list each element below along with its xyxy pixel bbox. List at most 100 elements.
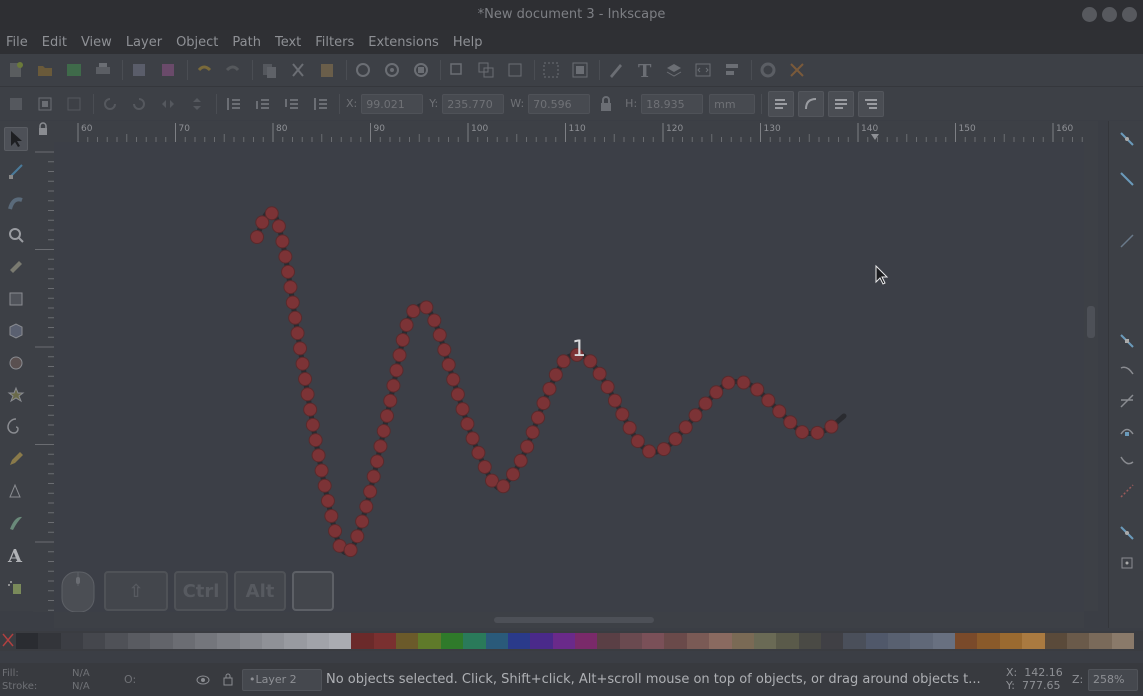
path-node[interactable] (678, 420, 693, 435)
move-gradients-button[interactable] (828, 90, 855, 117)
snap-page-icon[interactable] (1117, 553, 1137, 573)
palette-swatch[interactable] (150, 633, 173, 649)
path-node[interactable] (471, 445, 486, 460)
paste-icon[interactable] (317, 60, 337, 80)
raise-icon[interactable] (281, 94, 301, 114)
palette-swatch[interactable] (463, 633, 486, 649)
flip-horizontal-icon[interactable] (158, 94, 178, 114)
path-node[interactable] (285, 295, 300, 310)
path-node[interactable] (370, 454, 385, 469)
palette-swatch[interactable] (1022, 633, 1045, 649)
lock-ratio-icon[interactable] (596, 94, 616, 114)
minimize-button[interactable] (1082, 7, 1097, 22)
path-node[interactable] (450, 387, 465, 402)
layer-lock-icon[interactable] (222, 672, 234, 686)
palette-swatch[interactable] (709, 633, 732, 649)
path-node[interactable] (531, 410, 546, 425)
path-node[interactable] (556, 354, 571, 369)
path-node[interactable] (303, 402, 318, 417)
vertical-ruler[interactable] (33, 142, 54, 621)
path-node[interactable] (293, 341, 308, 356)
path-node[interactable] (446, 372, 461, 387)
menu-object[interactable]: Object (176, 35, 218, 50)
rectangle-tool-icon[interactable] (4, 287, 28, 311)
path-node[interactable] (281, 264, 296, 279)
palette-swatch[interactable] (16, 633, 39, 649)
path-node[interactable] (437, 342, 452, 357)
horizontal-ruler[interactable]: 60 70 80 90 100 110 120 130 140 150 160 (54, 121, 1084, 142)
palette-swatch[interactable] (38, 633, 61, 649)
layer-visibility-icon[interactable] (196, 673, 210, 687)
vertical-scrollbar[interactable] (1084, 121, 1098, 611)
vertical-scroll-thumb[interactable] (1087, 306, 1095, 338)
redo-icon[interactable] (223, 60, 243, 80)
path-node[interactable] (324, 508, 339, 523)
path-node[interactable] (548, 367, 563, 382)
new-document-icon[interactable] (6, 60, 26, 80)
select-all-layers-icon[interactable] (35, 94, 55, 114)
palette-swatch[interactable] (1111, 633, 1134, 649)
path-node[interactable] (592, 366, 607, 381)
palette-swatch[interactable] (306, 633, 330, 649)
path-node[interactable] (275, 234, 290, 249)
export-icon[interactable] (158, 60, 178, 80)
path-node[interactable] (432, 328, 447, 343)
path-node[interactable] (366, 469, 381, 484)
path-node[interactable] (295, 356, 310, 371)
path-node[interactable] (824, 419, 839, 434)
path-node[interactable] (383, 393, 398, 408)
snap-bbox-icon[interactable] (1117, 169, 1137, 189)
path-node[interactable] (460, 416, 475, 431)
import-icon[interactable] (129, 60, 149, 80)
path-node[interactable] (427, 313, 442, 328)
palette-swatch[interactable] (597, 633, 620, 649)
path-node[interactable] (536, 396, 551, 411)
menu-extensions[interactable]: Extensions (368, 35, 439, 50)
palette-swatch[interactable] (485, 633, 508, 649)
path-node[interactable] (783, 415, 798, 430)
path-node[interactable] (373, 439, 388, 454)
path-node[interactable] (615, 407, 630, 422)
snap-intersection-icon[interactable] (1117, 391, 1137, 411)
snap-midpoint-icon[interactable] (1117, 481, 1137, 501)
path-node[interactable] (668, 431, 683, 446)
path-node[interactable] (622, 420, 637, 435)
path-node[interactable] (506, 467, 521, 482)
path-node[interactable] (317, 478, 332, 493)
palette-swatch[interactable] (396, 633, 419, 649)
undo-icon[interactable] (194, 60, 214, 80)
rotate-ccw-icon[interactable] (100, 94, 120, 114)
path-node[interactable] (607, 393, 622, 408)
star-tool-icon[interactable] (4, 383, 28, 407)
palette-swatch[interactable] (686, 633, 710, 649)
path-node[interactable] (525, 425, 540, 440)
palette-swatch[interactable] (217, 633, 240, 649)
path-node[interactable] (379, 408, 394, 423)
palette-swatch[interactable] (664, 633, 687, 649)
palette-swatch[interactable] (843, 633, 866, 649)
select-all-icon[interactable] (6, 94, 26, 114)
ungroup-icon[interactable] (570, 60, 590, 80)
horizontal-scrollbar[interactable] (54, 612, 1084, 628)
palette-swatch[interactable] (888, 633, 911, 649)
text-tool-icon[interactable]: A (4, 543, 28, 567)
path-node[interactable] (513, 453, 528, 468)
path-node[interactable] (477, 459, 492, 474)
group-icon[interactable] (541, 60, 561, 80)
palette-swatch[interactable] (932, 633, 956, 649)
path-node[interactable] (441, 357, 456, 372)
path-node[interactable] (810, 425, 825, 440)
palette-swatch[interactable] (373, 633, 397, 649)
x-input[interactable]: 99.021 (361, 93, 424, 114)
path-node[interactable] (721, 375, 736, 390)
open-icon[interactable] (35, 60, 55, 80)
path-node[interactable] (386, 378, 401, 393)
zoom-selection-icon[interactable] (353, 60, 373, 80)
palette-swatch[interactable] (820, 633, 844, 649)
snap-bbox-edge-icon[interactable] (1117, 231, 1137, 251)
spray-tool-icon[interactable] (4, 575, 28, 599)
path-node[interactable] (600, 379, 615, 394)
snap-nodes-icon[interactable] (1117, 331, 1137, 351)
menu-view[interactable]: View (81, 35, 112, 50)
palette-swatch[interactable] (955, 633, 978, 649)
